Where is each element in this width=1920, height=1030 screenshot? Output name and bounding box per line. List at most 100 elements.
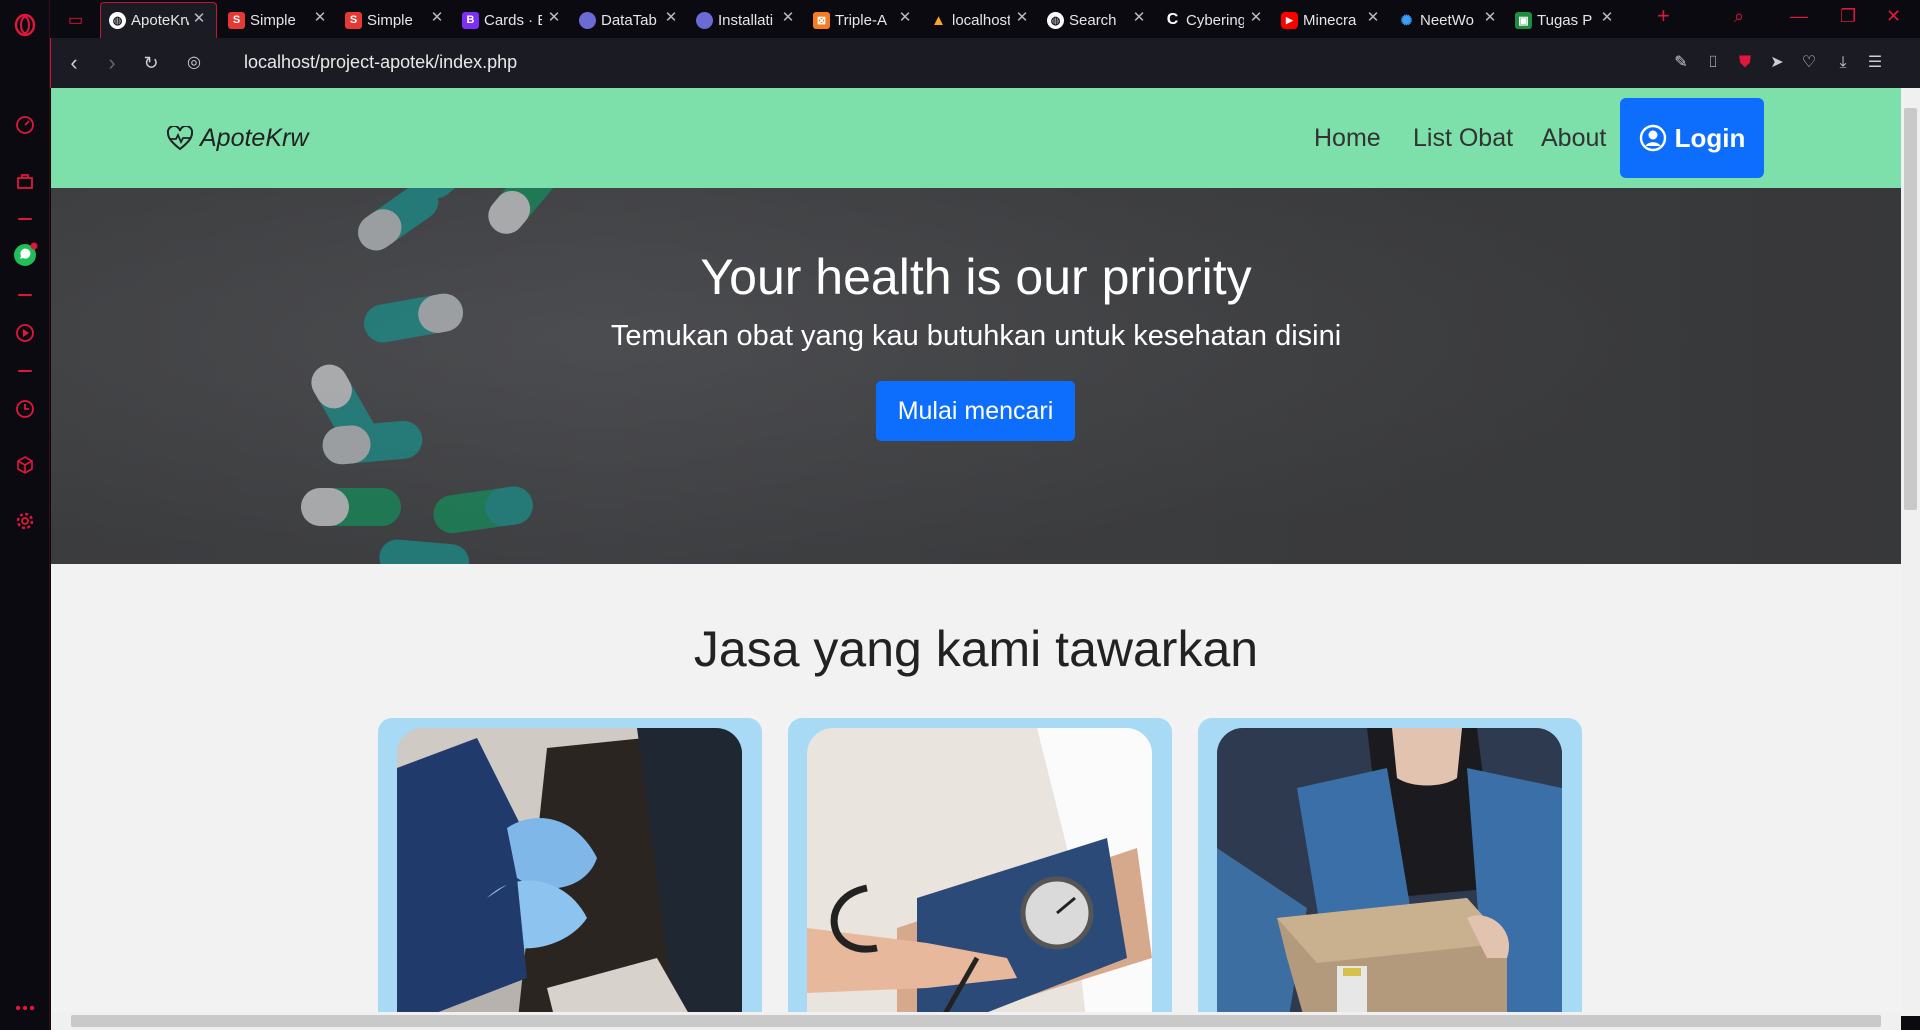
tab-minecraft[interactable]: ▶ Minecra ✕ [1273, 2, 1390, 38]
tab-strip: ▭ ◍ ApoteKrw ✕ S Simple ✕ S Simple ✕ B C… [50, 0, 1920, 38]
browser-sidebar [0, 0, 50, 1030]
address-bar-row: ‹ › ↻ ◎ localhost/project-apotek/index.p… [50, 38, 1920, 88]
services-heading: Jasa yang kami tawarkan [693, 621, 1259, 677]
speed-dial-icon[interactable] [12, 112, 38, 138]
site-info-globe-icon[interactable]: ◎ [181, 50, 207, 76]
tab-cybering[interactable]: C Cybering ✕ [1156, 2, 1273, 38]
sidebar-separator [18, 218, 32, 220]
sidebar-separator [18, 370, 32, 372]
tab-installation[interactable]: Installati ✕ [688, 2, 805, 38]
back-icon[interactable]: ‹ [61, 50, 87, 76]
minimize-icon[interactable]: — [1790, 6, 1808, 27]
tab-apotekrw[interactable]: ◍ ApoteKrw ✕ [100, 2, 217, 38]
camera-snapshot-icon[interactable]: ⌷ [1703, 53, 1723, 73]
tab-neetwork[interactable]: ✺ NeetWo ✕ [1390, 2, 1507, 38]
hero-banner: Your health is our priority Temukan obat… [51, 188, 1901, 564]
web-viewport: ApoteKrw Home List Obat About Login Your… [51, 88, 1901, 1016]
close-tab-icon[interactable]: ✕ [781, 10, 795, 25]
tab-search[interactable]: ◍ Search ✕ [1039, 2, 1156, 38]
delivery-photo [1217, 728, 1562, 1016]
s-logo-icon: S [345, 11, 362, 29]
network-icon: ✺ [1400, 11, 1413, 28]
injection-photo [397, 728, 742, 1016]
s-logo-icon: S [228, 11, 245, 29]
close-tab-icon[interactable]: ✕ [1015, 10, 1029, 25]
login-label: Login [1674, 122, 1746, 153]
gamepad-icon: ▭ [68, 12, 84, 29]
brand-name: ApoteKrw [200, 124, 309, 152]
send-icon[interactable]: ➤ [1767, 53, 1787, 73]
nav-home-link[interactable]: Home [1314, 124, 1381, 153]
close-tab-icon[interactable]: ✕ [1600, 10, 1614, 25]
sidebar-separator [18, 294, 32, 296]
brand-logo[interactable]: ApoteKrw [166, 124, 308, 153]
globe-icon: ◍ [109, 12, 126, 29]
user-circle-icon [1639, 124, 1666, 152]
heart-pulse-icon [166, 125, 194, 150]
forward-icon[interactable]: › [99, 50, 125, 76]
hero-subtitle: Temukan obat yang kau butuhkan untuk kes… [610, 320, 1342, 352]
player-icon[interactable] [12, 320, 38, 346]
site-navbar: ApoteKrw Home List Obat About Login [51, 88, 1901, 188]
close-tab-icon[interactable]: ✕ [547, 10, 561, 25]
close-tab-icon[interactable]: ✕ [664, 10, 678, 25]
close-tab-icon[interactable]: ✕ [1132, 10, 1146, 25]
hero-title: Your health is our priority [700, 249, 1252, 305]
history-icon[interactable] [12, 396, 38, 422]
globe-icon [696, 11, 713, 29]
extensions-cube-icon[interactable] [12, 452, 38, 478]
tab-datatables[interactable]: DataTab ✕ [571, 2, 688, 38]
login-button[interactable]: Login [1620, 98, 1764, 178]
nav-about-link[interactable]: About [1541, 124, 1606, 153]
close-tab-icon[interactable]: ✕ [313, 10, 327, 25]
tab-tugas[interactable]: ▣ Tugas P ✕ [1507, 2, 1624, 38]
tab-workspaces[interactable]: ▭ [60, 2, 100, 38]
bootstrap-logo-icon: B [462, 11, 479, 29]
horizontal-scrollbar[interactable] [51, 1012, 1901, 1030]
adblock-shield-icon[interactable]: ⛊ [1735, 53, 1755, 73]
globe-icon [579, 11, 596, 29]
whatsapp-icon[interactable] [12, 242, 38, 268]
globe-icon: ◍ [1047, 11, 1064, 29]
close-tab-icon[interactable]: ✕ [1366, 10, 1380, 25]
close-tab-icon[interactable]: ✕ [898, 10, 912, 25]
edit-share-icon[interactable]: ✎ [1671, 53, 1691, 73]
close-tab-icon[interactable]: ✕ [1249, 10, 1263, 25]
opera-logo-icon[interactable] [12, 12, 38, 38]
service-card-delivery[interactable] [1198, 718, 1582, 1016]
horizontal-scroll-thumb[interactable] [71, 1015, 1881, 1027]
c-logo-icon: C [1166, 11, 1179, 28]
localhost-logo-icon: ▲ [931, 11, 946, 29]
xampp-logo-icon: ⊠ [813, 11, 830, 29]
service-card-blood-pressure[interactable] [788, 718, 1172, 1016]
restore-icon[interactable]: ❐ [1840, 6, 1856, 27]
search-tabs-icon[interactable]: ⌕ [1734, 6, 1744, 27]
close-tab-icon[interactable]: ✕ [1483, 10, 1497, 25]
tab-cards[interactable]: B Cards · B ✕ [454, 2, 571, 38]
easy-setup-icon[interactable]: ☰ [1865, 53, 1885, 73]
classroom-icon: ▣ [1515, 11, 1532, 29]
reload-icon[interactable]: ↻ [138, 50, 164, 76]
tab-simple-2[interactable]: S Simple ✕ [337, 2, 454, 38]
pills-background-image [51, 188, 1901, 564]
youtube-icon: ▶ [1281, 11, 1298, 29]
heart-icon[interactable]: ♡ [1799, 53, 1819, 73]
new-tab-plus-icon[interactable]: + [1657, 3, 1670, 29]
close-window-icon[interactable]: ✕ [1886, 6, 1901, 27]
vertical-scroll-thumb[interactable] [1904, 108, 1917, 510]
tab-triple-a[interactable]: ⊠ Triple-A ✕ [805, 2, 922, 38]
tab-localhost[interactable]: ▲ localhost ✕ [922, 2, 1039, 38]
settings-gear-icon[interactable] [12, 508, 38, 534]
url-field[interactable]: localhost/project-apotek/index.php [244, 52, 517, 73]
tab-simple-1[interactable]: S Simple ✕ [220, 2, 337, 38]
shopping-bag-icon[interactable] [12, 168, 38, 194]
more-dots-icon[interactable] [12, 995, 38, 1021]
nav-list-obat-link[interactable]: List Obat [1413, 124, 1513, 153]
close-tab-icon[interactable]: ✕ [192, 11, 206, 26]
vertical-scrollbar[interactable] [1901, 88, 1920, 1016]
close-tab-icon[interactable]: ✕ [430, 10, 444, 25]
blood-pressure-photo [807, 728, 1152, 1016]
download-icon[interactable]: ⤓ [1833, 53, 1853, 73]
service-card-injection[interactable] [378, 718, 762, 1016]
start-search-button[interactable]: Mulai mencari [876, 381, 1075, 441]
